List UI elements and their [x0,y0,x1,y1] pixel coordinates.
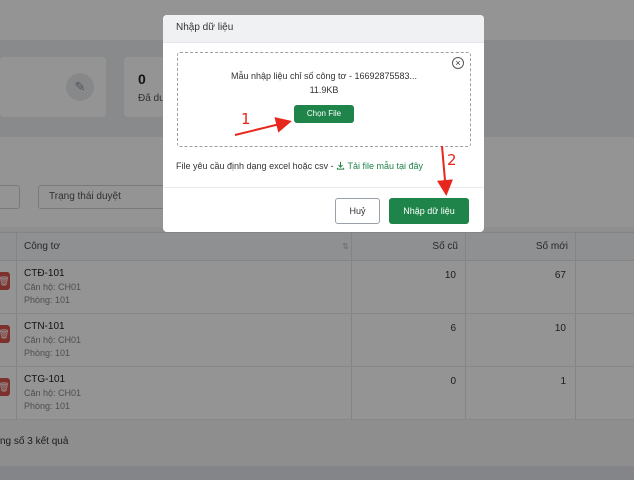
download-template-label: Tải file mẫu tại đây [347,161,423,171]
modal-title: Nhập dữ liệu [163,15,484,43]
cancel-button[interactable]: Huỷ [335,198,380,224]
step-1-label: 1 [241,110,251,128]
hint-text: File yêu cầu định dạng excel hoặc csv - [176,161,334,171]
download-template-link[interactable]: Tải file mẫu tại đây [336,161,423,171]
import-data-modal: Nhập dữ liệu × Mẫu nhập liệu chỉ số công… [163,15,484,232]
selected-file-name: Mẫu nhập liệu chỉ số công tơ - 166928755… [230,71,418,81]
close-circle-icon[interactable]: × [452,57,464,69]
selected-file-size: 11.9KB [309,85,339,95]
download-icon [336,161,345,170]
file-format-hint: File yêu cầu định dạng excel hoặc csv - … [176,161,423,171]
modal-divider [163,187,484,188]
choose-file-button[interactable]: Chọn File [294,105,354,123]
file-dropzone[interactable]: × Mẫu nhập liệu chỉ số công tơ - 1669287… [177,52,471,147]
import-data-button[interactable]: Nhập dữ liệu [389,198,469,224]
step-2-label: 2 [447,151,457,169]
